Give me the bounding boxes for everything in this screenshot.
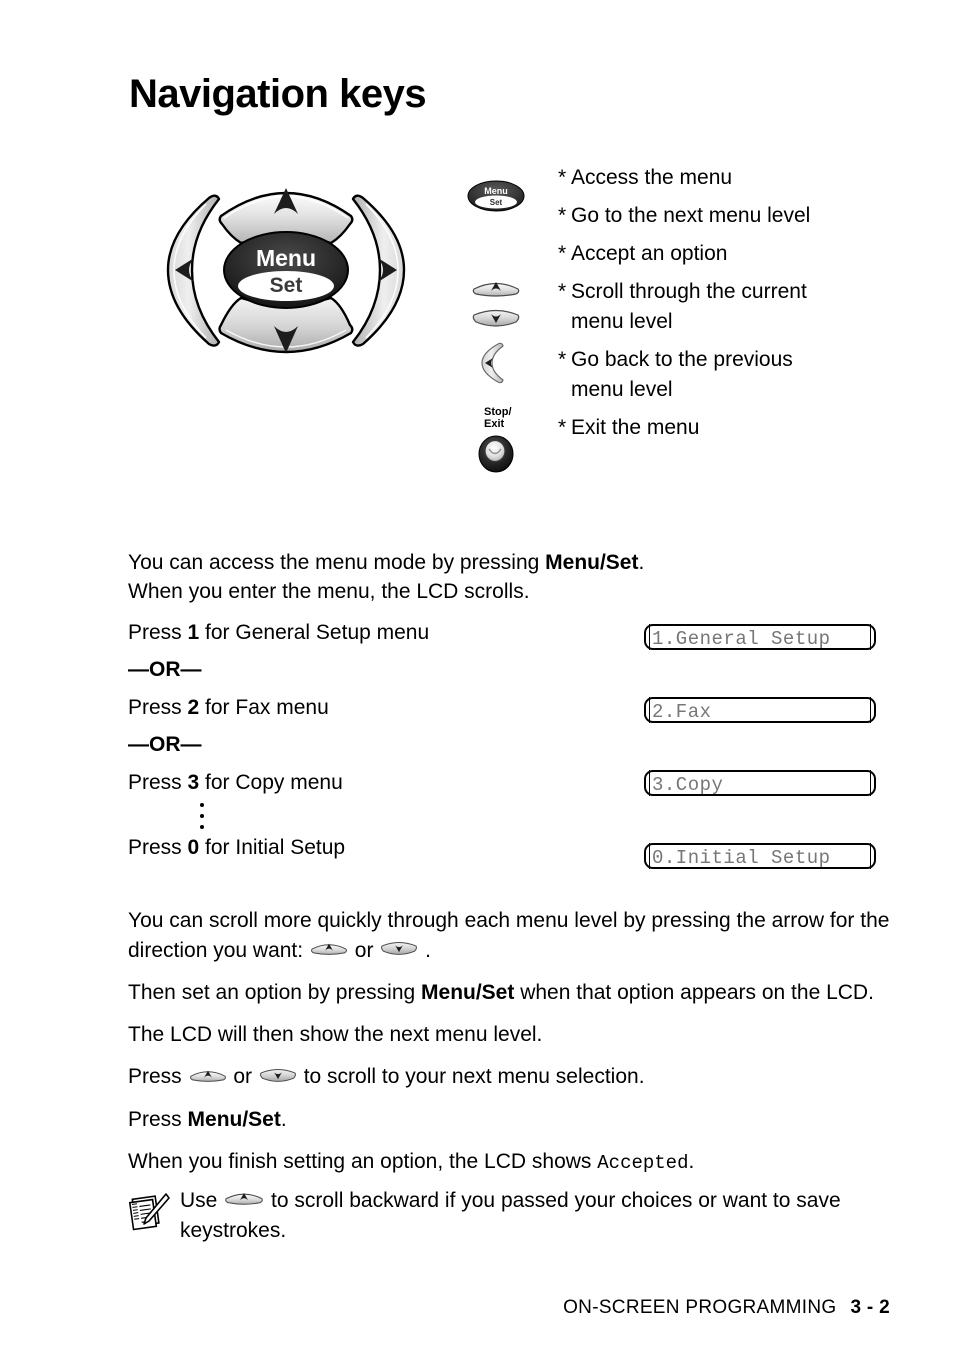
lcd-initial-setup: 0.Initial Setup <box>644 843 876 869</box>
bullet-text: Scroll through the current menu level <box>571 280 807 333</box>
next-level-paragraph: The LCD will then show the next menu lev… <box>128 1023 543 1047</box>
lcd-text: 3.Copy <box>652 774 724 796</box>
inline-up-arrow-key[interactable] <box>223 1185 265 1215</box>
lcd-copy: 3.Copy <box>644 770 876 796</box>
bullet-text: Go to the next menu level <box>571 204 811 227</box>
bullet-text: Accept an option <box>571 242 728 265</box>
legend-bullet-3: * Accept an option <box>558 239 727 269</box>
legend-up-arrow-key[interactable] <box>470 276 522 303</box>
bullet-star: * <box>558 280 567 303</box>
press-word: Press <box>128 1107 188 1131</box>
press-2-desc: for Fax menu <box>199 696 329 719</box>
inline-up-arrow-key[interactable] <box>309 935 349 965</box>
set-text-c: when that option appears on the LCD. <box>514 981 874 1005</box>
intro-line-1: You can access the menu mode by pressing… <box>128 548 888 577</box>
lcd-text: 1.General Setup <box>652 628 831 650</box>
lcd-general-setup: 1.General Setup <box>644 624 876 650</box>
set-key-label: Set <box>270 274 303 297</box>
bullet-text: Go back to the previous menu level <box>571 348 793 401</box>
scroll-paragraph: You can scroll more quickly through each… <box>128 906 890 966</box>
legend-bullet-2: * Go to the next menu level <box>558 201 810 231</box>
or-divider-2: —OR— <box>128 733 202 756</box>
press-word: Press <box>128 836 188 859</box>
note-text-b: to scroll backward if you passed your ch… <box>180 1189 841 1243</box>
legend-bullet-1: * Access the menu <box>558 163 732 193</box>
menu-set-bold: Menu/Set <box>545 551 639 574</box>
legend-down-arrow-key[interactable] <box>470 306 522 333</box>
legend-stop-exit-key[interactable]: Stop/ Exit <box>472 402 528 479</box>
accepted-paragraph: When you finish setting an option, the L… <box>128 1147 890 1178</box>
legend-bullet-6: * Exit the menu <box>558 413 699 443</box>
page-title: Navigation keys <box>129 72 427 116</box>
stop-label: Stop/ <box>484 406 512 418</box>
legend-bullet-5: * Go back to the previous menu level <box>558 345 851 405</box>
note-text-a: Use <box>180 1189 224 1212</box>
legend-menu-set-key[interactable]: Menu Set <box>466 178 526 219</box>
legend-set-label: Set <box>490 198 503 207</box>
menu-set-key[interactable]: Menu Set <box>223 231 349 309</box>
exit-label: Exit <box>484 418 505 430</box>
press-scroll-paragraph: Press or to scroll to your next menu sel… <box>128 1062 890 1092</box>
legend-left-arrow-key[interactable] <box>476 340 510 391</box>
accepted-text-a: When you finish setting an option, the L… <box>128 1149 598 1173</box>
navigation-key-diagram: Menu Set <box>146 158 426 383</box>
lcd-text: 0.Initial Setup <box>652 847 831 869</box>
footer-page-number: 3 - 2 <box>850 1297 890 1318</box>
press-or: or <box>227 1065 258 1089</box>
bullet-text: Access the menu <box>571 166 733 189</box>
note-pencil-icon <box>128 1188 172 1237</box>
period: . <box>280 1107 287 1131</box>
accepted-lcd-word: Accepted <box>597 1151 689 1174</box>
scroll-or: or <box>348 939 380 962</box>
vertical-ellipsis <box>128 797 888 837</box>
period: . <box>688 1149 695 1173</box>
bullet-star: * <box>558 348 567 371</box>
right-arrow-key[interactable] <box>351 194 406 347</box>
press-scroll-text: to scroll to your next menu selection. <box>297 1065 645 1089</box>
scroll-text-end: . <box>419 939 431 962</box>
press-2-number: 2 <box>187 696 200 719</box>
press-0-number: 0 <box>187 836 200 859</box>
press-1-desc: for General Setup menu <box>199 621 430 644</box>
press-0-desc: for Initial Setup <box>199 836 346 859</box>
lcd-text: 2.Fax <box>652 701 712 723</box>
intro-text-c: . <box>638 551 645 574</box>
note-text: Use to scroll backward if you passed you… <box>180 1186 890 1246</box>
press-3-desc: for Copy menu <box>199 771 343 794</box>
press-word: Press <box>128 771 188 794</box>
legend-bullet-4: * Scroll through the current menu level <box>558 277 861 337</box>
legend-menu-label: Menu <box>484 186 508 196</box>
footer-section-title: ON-SCREEN PROGRAMMING <box>563 1297 837 1318</box>
press-3-number: 3 <box>187 771 200 794</box>
bullet-text: Exit the menu <box>571 416 700 439</box>
menu-set-bold: Menu/Set <box>187 1107 281 1131</box>
page-footer: ON-SCREEN PROGRAMMING 3 - 2 <box>0 1297 890 1319</box>
navigation-key-svg: Menu Set <box>166 188 406 354</box>
note-callout: Use to scroll backward if you passed you… <box>128 1186 890 1246</box>
bullet-star: * <box>558 166 567 189</box>
menu-set-bold: Menu/Set <box>421 981 515 1005</box>
press-word: Press <box>128 621 188 644</box>
set-option-paragraph: Then set an option by pressing Menu/Set … <box>128 978 890 1008</box>
intro-line-2: When you enter the menu, the LCD scrolls… <box>128 580 530 603</box>
menu-key-label: Menu <box>256 245 316 271</box>
inline-down-arrow-key[interactable] <box>379 935 419 965</box>
manual-page: Navigation keys Menu Set Menu Set Stop/ … <box>0 0 954 1352</box>
left-arrow-key[interactable] <box>166 194 221 347</box>
scroll-instructions: You can scroll more quickly through each… <box>128 906 890 1178</box>
press-1-number: 1 <box>187 621 200 644</box>
or-divider-1: —OR— <box>128 658 202 681</box>
scroll-text-a: You can scroll more quickly through each… <box>128 909 890 962</box>
intro-text-a: You can access the menu mode by pressing <box>128 551 546 574</box>
lcd-fax: 2.Fax <box>644 697 876 723</box>
bullet-star: * <box>558 204 567 227</box>
set-text-a: Then set an option by pressing <box>128 981 422 1005</box>
press-word: Press <box>128 1065 188 1089</box>
bullet-star: * <box>558 416 567 439</box>
inline-up-arrow-key[interactable] <box>188 1062 228 1092</box>
press-menuset-paragraph: Press Menu/Set. <box>128 1105 890 1135</box>
press-word: Press <box>128 696 188 719</box>
bullet-star: * <box>558 242 567 265</box>
inline-down-arrow-key[interactable] <box>258 1062 298 1092</box>
